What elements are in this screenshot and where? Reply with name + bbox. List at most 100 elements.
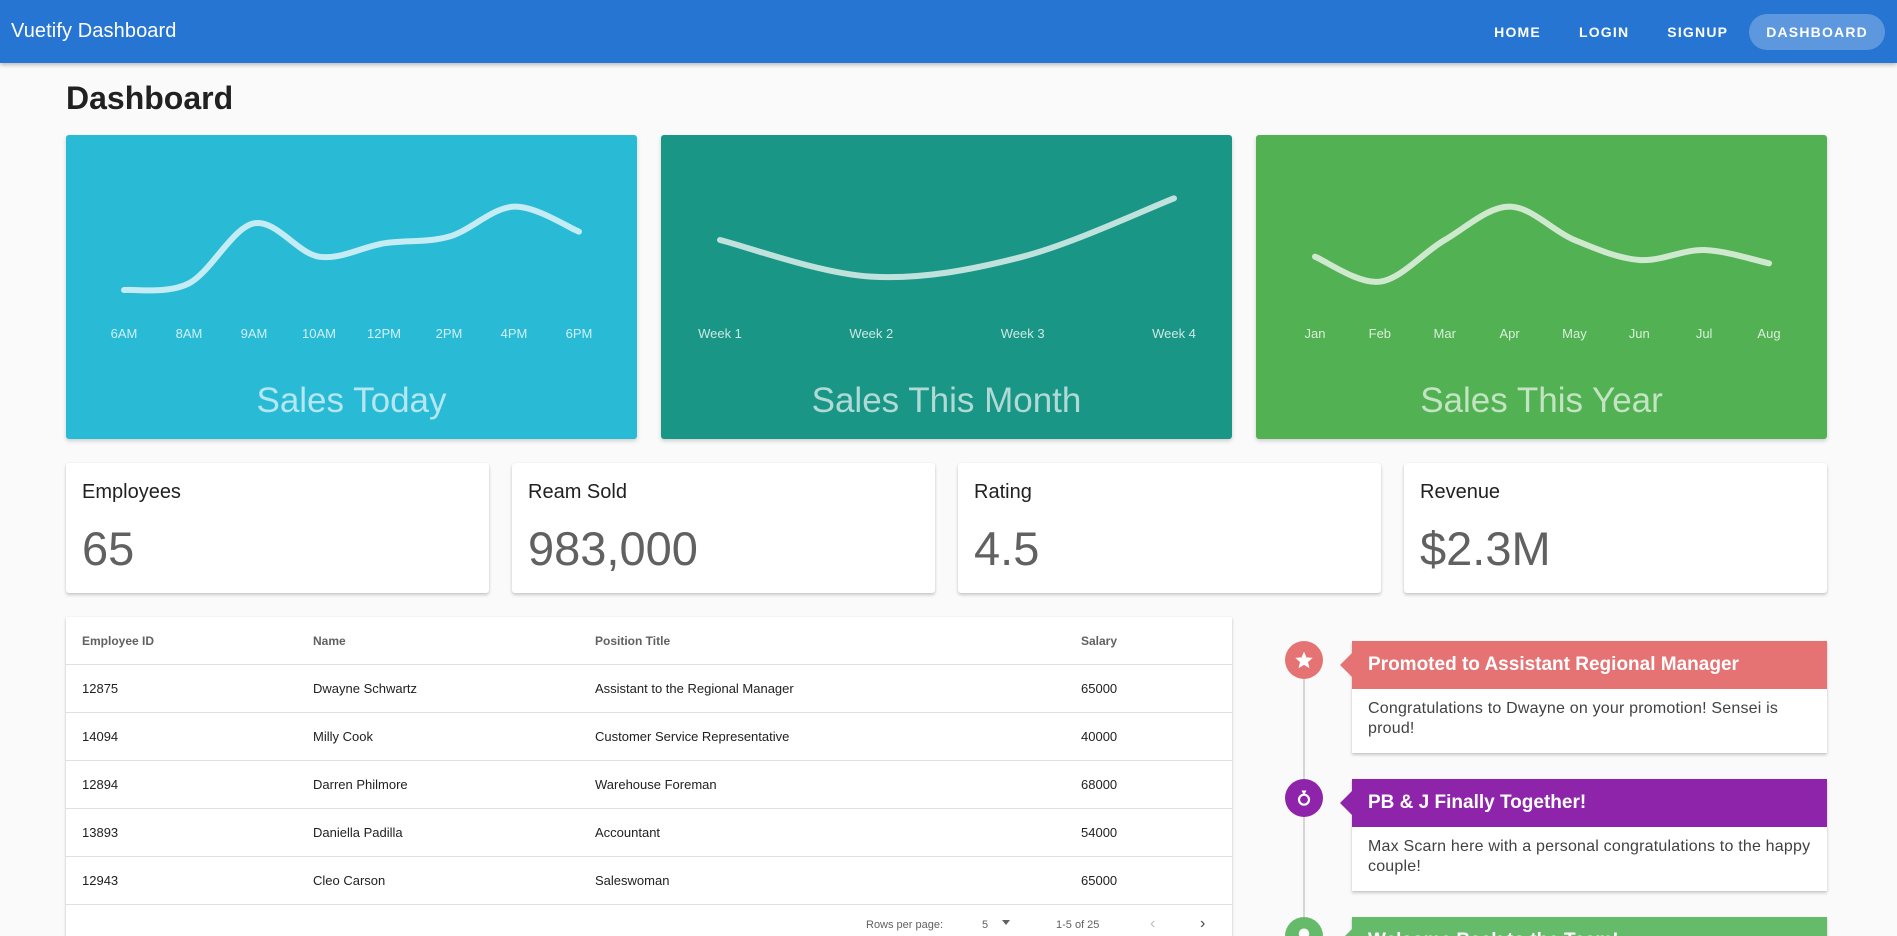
x-tick-label: 12PM: [367, 326, 401, 341]
cell-position-title: Saleswoman: [595, 873, 670, 888]
table-row: 13893 Daniella Padilla Accountant 54000: [66, 809, 1232, 857]
cell-name: Dwayne Schwartz: [313, 681, 418, 696]
ring-icon: [1285, 779, 1323, 817]
cell-employee-id: 12943: [82, 873, 119, 888]
x-tick-label: Week 2: [849, 326, 893, 341]
chart-title: Sales This Month: [811, 381, 1082, 420]
table-row: 12894 Darren Philmore Warehouse Foreman …: [66, 761, 1232, 809]
prev-page-icon[interactable]: ‹: [1150, 915, 1155, 933]
cell-salary: 65000: [1081, 681, 1118, 696]
timeline-item-title: PB & J Finally Together!: [1352, 779, 1827, 827]
stat-card-revenue: Revenue $2.3M: [1404, 463, 1827, 593]
series-line: [1312, 203, 1772, 285]
timeline-item-title: Promoted to Assistant Regional Manager: [1352, 641, 1827, 689]
chart-title: Sales Today: [256, 381, 447, 420]
cell-name: Darren Philmore: [313, 777, 408, 792]
x-tick-label: Week 4: [1152, 326, 1196, 341]
x-tick-label: 2PM: [436, 326, 463, 341]
stat-label: Rating: [974, 481, 1032, 503]
column-header-salary[interactable]: Salary: [1081, 617, 1117, 665]
stat-value: 65: [82, 522, 135, 575]
stat-card-rating: Rating 4.5: [958, 463, 1381, 593]
x-tick-label: 4PM: [501, 326, 528, 341]
series-line: [121, 203, 582, 294]
cell-position-title: Accountant: [595, 825, 661, 840]
stat-value: 4.5: [974, 522, 1040, 575]
sales-today-card: 6AM 8AM 9AM 10AM 12PM 2PM 4PM 6PM Sales Today: [66, 135, 637, 439]
x-tick-label: May: [1562, 326, 1587, 341]
x-tick-label: Jan: [1305, 326, 1326, 341]
sales-year-card: Jan Feb Mar Apr May Jun Jul Aug Sales This Year: [1256, 135, 1827, 439]
stat-value: $2.3M: [1420, 522, 1551, 575]
stat-label: Revenue: [1420, 481, 1501, 503]
timeline-item-body: Max Scarn here with a personal congratul…: [1368, 838, 1811, 875]
table-header-row: Employee ID Name Position Title Salary: [66, 617, 1232, 665]
series-line: [717, 195, 1177, 281]
star-icon: [1285, 641, 1323, 679]
x-tick-label: Aug: [1757, 326, 1780, 341]
cell-employee-id: 13893: [82, 825, 119, 840]
cell-position-title: Warehouse Foreman: [595, 777, 717, 792]
x-tick-label: 6PM: [566, 326, 593, 341]
x-tick-label: 10AM: [302, 326, 336, 341]
chevron-down-icon[interactable]: [1002, 920, 1010, 925]
column-header-position-title[interactable]: Position Title: [595, 617, 670, 665]
table-row: 14094 Milly Cook Customer Service Repres…: [66, 713, 1232, 761]
app-title: Vuetify Dashboard: [11, 20, 177, 42]
x-tick-label: 9AM: [241, 326, 268, 341]
timeline-item: Promoted to Assistant Regional Manager C…: [1352, 641, 1827, 753]
nav-signup-button[interactable]: SIGNUP: [1650, 14, 1745, 50]
cell-salary: 40000: [1081, 729, 1118, 744]
x-tick-label: Feb: [1369, 326, 1391, 341]
next-page-icon[interactable]: ›: [1200, 915, 1205, 933]
stat-value: 983,000: [528, 522, 698, 575]
timeline-item-body: Congratulations to Dwayne on your promot…: [1368, 700, 1779, 737]
x-tick-label: Week 3: [1001, 326, 1045, 341]
app-bar: Vuetify Dashboard HOME LOGIN SIGNUP DASH…: [0, 0, 1897, 63]
timeline-item: Welcome Back to the Team!: [1352, 917, 1827, 936]
cell-position-title: Customer Service Representative: [595, 729, 790, 744]
x-tick-label: Week 1: [698, 326, 742, 341]
chart-title: Sales This Year: [1420, 381, 1663, 420]
cell-employee-id: 12894: [82, 777, 119, 792]
table-row: 12943 Cleo Carson Saleswoman 65000: [66, 857, 1232, 905]
stat-card-employees: Employees 65: [66, 463, 489, 593]
x-tick-label: Jul: [1696, 326, 1713, 341]
map-marker-icon: [1285, 917, 1323, 936]
nav-bar: HOME LOGIN SIGNUP DASHBOARD: [1477, 13, 1885, 50]
table-row: 12875 Dwayne Schwartz Assistant to the R…: [66, 665, 1232, 713]
cell-salary: 65000: [1081, 873, 1118, 888]
column-header-employee-id[interactable]: Employee ID: [82, 617, 154, 665]
timeline-arrow: [1340, 791, 1352, 815]
stat-card-ream-sold: Ream Sold 983,000: [512, 463, 935, 593]
nav-dashboard-button[interactable]: DASHBOARD: [1749, 13, 1885, 50]
rows-per-page-label: Rows per page:: [866, 919, 944, 931]
sales-month-card: Week 1 Week 2 Week 3 Week 4 Sales This Mont…: [661, 135, 1232, 439]
cell-salary: 54000: [1081, 825, 1118, 840]
cell-employee-id: 12875: [82, 681, 119, 696]
cell-name: Daniella Padilla: [313, 825, 403, 840]
nav-login-button[interactable]: LOGIN: [1562, 14, 1646, 50]
x-tick-label: 8AM: [176, 326, 203, 341]
cell-salary: 68000: [1081, 777, 1118, 792]
column-header-name[interactable]: Name: [313, 617, 346, 665]
cell-name: Cleo Carson: [313, 873, 386, 888]
x-tick-label: Jun: [1629, 326, 1650, 341]
x-tick-label: Apr: [1499, 326, 1520, 341]
x-tick-label: 6AM: [111, 326, 138, 341]
timeline-arrow: [1340, 929, 1352, 936]
nav-home-button[interactable]: HOME: [1477, 14, 1558, 50]
rows-per-page-select[interactable]: 5: [982, 919, 988, 931]
stat-label: Ream Sold: [528, 481, 627, 503]
timeline-item-title: Welcome Back to the Team!: [1352, 917, 1827, 936]
table-footer: Rows per page: 5 1-5 of 25 ‹ ›: [66, 907, 1232, 936]
x-tick-label: Mar: [1434, 326, 1457, 341]
employee-table: Employee ID Name Position Title Salary 1…: [66, 617, 1232, 936]
pagination-range: 1-5 of 25: [1056, 919, 1100, 931]
stat-label: Employees: [82, 481, 181, 503]
timeline-item: PB & J Finally Together! Max Scarn here …: [1352, 779, 1827, 891]
timeline-arrow: [1340, 653, 1352, 677]
cell-position-title: Assistant to the Regional Manager: [595, 681, 794, 696]
cell-employee-id: 14094: [82, 729, 119, 744]
page-title: Dashboard: [66, 80, 234, 116]
